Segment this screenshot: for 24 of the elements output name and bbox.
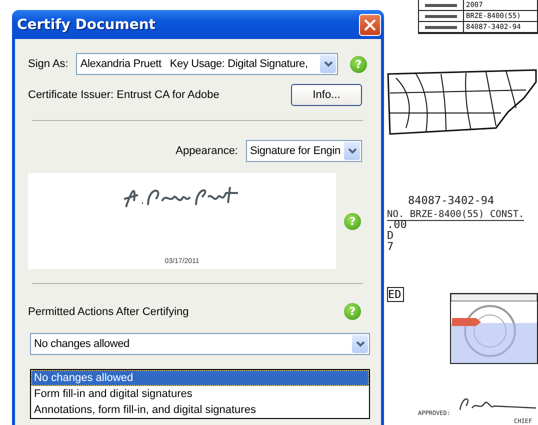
project-line: NO. BRZE-8400(55) CONST. <box>387 209 524 221</box>
sign-as-label: Sign As: <box>28 58 68 70</box>
certificate-issuer: Certificate Issuer: Entrust CA for Adobe <box>28 89 220 101</box>
permitted-actions-select[interactable]: No changes allowed <box>30 333 370 355</box>
project-number: 84087-3402-94 <box>408 194 494 207</box>
caret-icon <box>352 335 368 353</box>
document-stamp: ED <box>387 287 404 302</box>
label-scribble-icon <box>425 14 457 18</box>
document-text: 7 <box>387 240 394 253</box>
appearance-select[interactable]: Signature for Engin <box>246 140 362 162</box>
window-title: Certify Document <box>17 16 156 32</box>
dropdown-option[interactable]: No changes allowed <box>31 370 369 386</box>
document-text: .00 <box>387 218 407 231</box>
label-scribble-icon <box>425 4 457 6</box>
appearance-label: Appearance: <box>176 145 238 157</box>
info-button[interactable]: Info... <box>291 84 362 106</box>
caret-icon <box>320 55 336 73</box>
permitted-actions-label: Permitted Actions After Certifying <box>28 306 189 318</box>
sign-as-select[interactable]: Alexandria Pruett Key Usage: Digital Signature, <box>76 53 338 75</box>
close-icon <box>364 18 376 30</box>
document-text: D <box>387 229 394 242</box>
caret-icon <box>344 142 360 160</box>
close-button[interactable] <box>359 14 381 36</box>
label-scribble-icon <box>425 26 457 28</box>
